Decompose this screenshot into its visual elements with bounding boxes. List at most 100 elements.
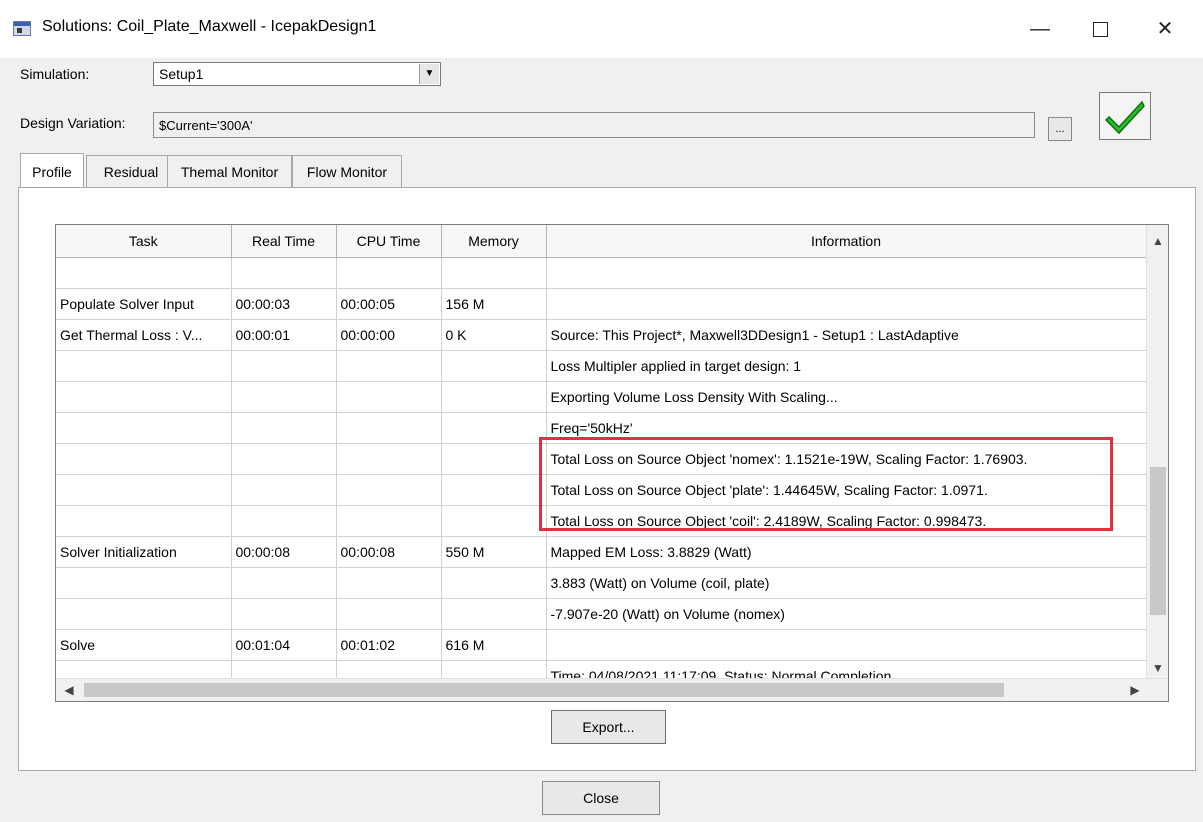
profile-table[interactable]: Task Real Time CPU Time Memory Informati…: [55, 224, 1169, 702]
table-row[interactable]: Total Loss on Source Object 'plate': 1.4…: [56, 474, 1147, 506]
cell-information: Exporting Volume Loss Density With Scali…: [546, 381, 1147, 413]
cell-information: -7.907e-20 (Watt) on Volume (nomex): [546, 598, 1147, 630]
cell-cpu-time: [336, 412, 442, 444]
cell-information: [546, 629, 1147, 661]
table-row[interactable]: 3.883 (Watt) on Volume (coil, plate): [56, 567, 1147, 599]
cell-cpu-time: 00:00:00: [336, 319, 442, 351]
table-row[interactable]: Total Loss on Source Object 'nomex': 1.1…: [56, 443, 1147, 475]
cell-information: [546, 288, 1147, 320]
cell-real-time: [231, 567, 337, 599]
maximize-icon: [1092, 22, 1108, 38]
table-row[interactable]: Get Thermal Loss : V... 00:00:01 00:00:00 0…: [56, 319, 1147, 351]
export-button[interactable]: Export...: [551, 710, 666, 744]
app-icon: [13, 21, 31, 36]
table-row[interactable]: Loss Multipler applied in target design:…: [56, 350, 1147, 382]
cell-real-time: [231, 381, 337, 413]
cell-cpu-time: [336, 257, 442, 289]
cell-information: Loss Multipler applied in target design:…: [546, 350, 1147, 382]
close-window-button[interactable]: ✕: [1140, 10, 1190, 48]
column-header-real-time[interactable]: Real Time: [231, 225, 337, 258]
cell-task: Populate Solver Input: [56, 288, 232, 320]
design-variation-field[interactable]: $Current='300A': [153, 112, 1035, 138]
cell-task: Solver Initialization: [56, 536, 232, 568]
cell-memory: 616 M: [441, 629, 547, 661]
cell-cpu-time: [336, 474, 442, 506]
table-row[interactable]: -7.907e-20 (Watt) on Volume (nomex): [56, 598, 1147, 630]
simulation-select[interactable]: Setup1 ▼: [153, 62, 441, 86]
minimize-button[interactable]: —: [1015, 10, 1065, 48]
column-header-memory[interactable]: Memory: [441, 225, 547, 258]
cell-real-time: 00:01:04: [231, 629, 337, 661]
cell-cpu-time: [336, 505, 442, 537]
cell-task: [56, 474, 232, 506]
scroll-up-icon[interactable]: ▲: [1147, 230, 1168, 252]
cell-real-time: 00:00:08: [231, 536, 337, 568]
cell-real-time: 00:00:01: [231, 319, 337, 351]
cell-information: Mapped EM Loss: 3.8829 (Watt): [546, 536, 1147, 568]
cell-cpu-time: [336, 350, 442, 382]
cell-task: [56, 443, 232, 475]
cell-information: Total Loss on Source Object 'plate': 1.4…: [546, 474, 1147, 506]
maximize-button[interactable]: [1075, 10, 1125, 48]
cell-information: 3.883 (Watt) on Volume (coil, plate): [546, 567, 1147, 599]
table-row[interactable]: Exporting Volume Loss Density With Scali…: [56, 381, 1147, 413]
cell-task: [56, 412, 232, 444]
cell-task: Get Thermal Loss : V...: [56, 319, 232, 351]
cell-cpu-time: [336, 443, 442, 475]
tab-residual[interactable]: Residual: [86, 155, 176, 187]
green-checkmark-icon: [1104, 100, 1145, 135]
cell-real-time: [231, 474, 337, 506]
simulation-value: Setup1: [159, 66, 204, 82]
cell-information: [546, 257, 1147, 289]
table-row[interactable]: Freq='50kHz': [56, 412, 1147, 444]
title-bar: Solutions: Coil_Plate_Maxwell - IcepakDe…: [0, 0, 1203, 58]
close-button[interactable]: Close: [542, 781, 660, 815]
tab-flow-monitor[interactable]: Flow Monitor: [292, 155, 402, 187]
horizontal-scrollbar[interactable]: ◀ ▶: [56, 678, 1168, 701]
cell-cpu-time: 00:01:02: [336, 629, 442, 661]
cell-memory: [441, 598, 547, 630]
cell-task: [56, 505, 232, 537]
column-header-cpu-time[interactable]: CPU Time: [336, 225, 442, 258]
design-variation-label: Design Variation:: [20, 115, 126, 131]
cell-memory: [441, 474, 547, 506]
tab-profile[interactable]: Profile: [20, 153, 84, 187]
cell-memory: [441, 505, 547, 537]
table-row[interactable]: Solver Initialization 00:00:08 00:00:08 550…: [56, 536, 1147, 568]
cell-task: [56, 567, 232, 599]
scroll-right-icon[interactable]: ▶: [1124, 679, 1146, 701]
column-header-information[interactable]: Information: [546, 225, 1147, 258]
status-indicator: [1099, 92, 1151, 140]
cell-real-time: [231, 350, 337, 382]
window-title: Solutions: Coil_Plate_Maxwell - IcepakDe…: [42, 18, 377, 35]
cell-memory: [441, 350, 547, 382]
browse-variation-button[interactable]: ...: [1048, 117, 1072, 141]
tab-thermal-monitor[interactable]: Themal Monitor: [167, 155, 292, 187]
vertical-scrollbar[interactable]: ▲ ▼: [1146, 225, 1168, 679]
simulation-label: Simulation:: [20, 66, 90, 82]
cell-memory: [441, 567, 547, 599]
table-row[interactable]: Populate Solver Input 00:00:03 00:00:05 156…: [56, 288, 1147, 320]
vertical-scroll-thumb[interactable]: [1150, 467, 1166, 615]
cell-memory: 0 K: [441, 319, 547, 351]
table-row[interactable]: Solve 00:01:04 00:01:02 616 M: [56, 629, 1147, 661]
cell-cpu-time: [336, 381, 442, 413]
horizontal-scroll-thumb[interactable]: [84, 683, 1004, 697]
scroll-left-icon[interactable]: ◀: [58, 679, 80, 701]
cell-real-time: [231, 257, 337, 289]
cell-information: Total Loss on Source Object 'coil': 2.41…: [546, 505, 1147, 537]
scroll-down-icon[interactable]: ▼: [1147, 657, 1168, 679]
table-row[interactable]: Total Loss on Source Object 'coil': 2.41…: [56, 505, 1147, 537]
cell-real-time: [231, 505, 337, 537]
cell-information: Source: This Project*, Maxwell3DDesign1 …: [546, 319, 1147, 351]
table-header-row: Task Real Time CPU Time Memory Informati…: [56, 225, 1147, 258]
cell-task: [56, 381, 232, 413]
cell-memory: [441, 381, 547, 413]
table-row[interactable]: [56, 257, 1147, 289]
dropdown-arrow-icon[interactable]: ▼: [419, 64, 439, 84]
cell-real-time: 00:00:03: [231, 288, 337, 320]
column-header-task[interactable]: Task: [56, 225, 232, 258]
cell-task: [56, 350, 232, 382]
cell-cpu-time: [336, 598, 442, 630]
cell-task: [56, 257, 232, 289]
